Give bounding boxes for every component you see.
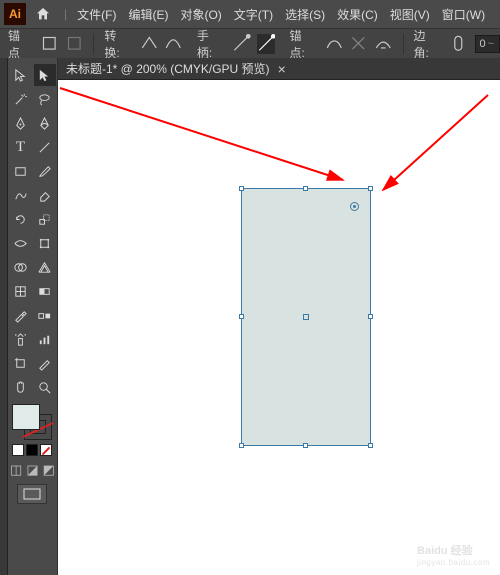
- convert-corner-icon[interactable]: [140, 34, 159, 54]
- menu-window[interactable]: 窗口(W): [436, 6, 491, 23]
- scale-tool[interactable]: [34, 208, 56, 230]
- handle-top-middle[interactable]: [303, 186, 308, 191]
- none-mode-icon[interactable]: [40, 444, 52, 456]
- eyedropper-tool[interactable]: [10, 304, 32, 326]
- selection-tool[interactable]: [10, 64, 32, 86]
- menu-bar: Ai | 文件(F) 编辑(E) 对象(O) 文字(T) 选择(S) 效果(C)…: [0, 0, 500, 28]
- color-mode-icon[interactable]: [12, 444, 24, 456]
- handle-bottom-right[interactable]: [368, 443, 373, 448]
- separator: [403, 34, 404, 54]
- separator: [93, 34, 94, 54]
- rotate-tool[interactable]: [10, 208, 32, 230]
- center-marker: [303, 314, 309, 320]
- anchor-cut-icon[interactable]: [349, 34, 368, 54]
- draw-behind-icon[interactable]: ◪: [26, 462, 38, 478]
- handle-top-left[interactable]: [239, 186, 244, 191]
- slice-tool[interactable]: [34, 352, 56, 374]
- home-icon[interactable]: [32, 3, 54, 25]
- column-graph-tool[interactable]: [34, 328, 56, 350]
- menu-object[interactable]: 对象(O): [174, 6, 227, 23]
- line-segment-tool[interactable]: [34, 136, 56, 158]
- perspective-grid-tool[interactable]: [34, 256, 56, 278]
- menu-type[interactable]: 文字(T): [228, 6, 279, 23]
- fill-swatch[interactable]: [12, 404, 40, 430]
- anchor-add-icon[interactable]: [40, 34, 59, 54]
- symbol-sprayer-tool[interactable]: [10, 328, 32, 350]
- handle-hide-icon[interactable]: [257, 34, 276, 54]
- watermark: Baidu 经验 jingyan.baidu.com: [417, 542, 490, 567]
- toolbox: T: [8, 58, 58, 575]
- app-logo: Ai: [4, 3, 26, 25]
- magic-wand-tool[interactable]: [10, 88, 32, 110]
- live-corner-widget[interactable]: [350, 202, 359, 211]
- handle-show-icon[interactable]: [232, 34, 251, 54]
- gradient-tool[interactable]: [34, 280, 56, 302]
- zoom-tool[interactable]: [34, 376, 56, 398]
- corner-radius-input[interactable]: 0: [475, 35, 500, 53]
- anchor-connect-icon[interactable]: [325, 34, 344, 54]
- draw-inside-icon[interactable]: ◩: [43, 462, 55, 478]
- panel-strip[interactable]: [0, 58, 8, 575]
- direct-selection-tool[interactable]: [34, 64, 56, 86]
- shaper-tool[interactable]: [10, 184, 32, 206]
- swatch-area: ◫ ◪ ◩: [10, 404, 55, 504]
- artboard-tool[interactable]: [10, 352, 32, 374]
- blend-tool[interactable]: [34, 304, 56, 326]
- rectangle-tool[interactable]: [10, 160, 32, 182]
- workspace: T: [0, 58, 500, 575]
- separator: |: [64, 7, 67, 21]
- gradient-mode-icon[interactable]: [26, 444, 38, 456]
- canvas[interactable]: Baidu 经验 jingyan.baidu.com: [58, 80, 500, 575]
- paintbrush-tool[interactable]: [34, 160, 56, 182]
- mesh-tool[interactable]: [10, 280, 32, 302]
- pen-tool[interactable]: [10, 112, 32, 134]
- eraser-tool[interactable]: [34, 184, 56, 206]
- type-tool[interactable]: T: [10, 136, 32, 158]
- convert-label: 转换:: [104, 27, 129, 61]
- handle-top-right[interactable]: [368, 186, 373, 191]
- tab-bar: 未标题-1* @ 200% (CMYK/GPU 预览) ×: [58, 58, 500, 80]
- screen-mode-icon[interactable]: [17, 484, 47, 504]
- shape-builder-tool[interactable]: [10, 256, 32, 278]
- document-tab[interactable]: 未标题-1* @ 200% (CMYK/GPU 预览) ×: [66, 60, 286, 77]
- convert-smooth-icon[interactable]: [164, 34, 183, 54]
- handle-bottom-left[interactable]: [239, 443, 244, 448]
- anchor-join-icon[interactable]: [374, 34, 393, 54]
- menu-effect[interactable]: 效果(C): [331, 6, 384, 23]
- width-tool[interactable]: [10, 232, 32, 254]
- handle-label: 手柄:: [197, 27, 222, 61]
- close-icon[interactable]: ×: [278, 61, 286, 77]
- menu-view[interactable]: 视图(V): [384, 6, 436, 23]
- menu-edit[interactable]: 编辑(E): [122, 6, 174, 23]
- menu-file[interactable]: 文件(F): [71, 6, 122, 23]
- anchor-remove-icon[interactable]: [65, 34, 84, 54]
- fill-stroke-swatch[interactable]: [12, 404, 52, 440]
- corners-label: 边角:: [414, 27, 439, 61]
- tab-label: 未标题-1* @ 200% (CMYK/GPU 预览): [66, 60, 270, 77]
- free-transform-tool[interactable]: [34, 232, 56, 254]
- document-panel: 未标题-1* @ 200% (CMYK/GPU 预览) ×: [58, 58, 500, 575]
- curvature-tool[interactable]: [34, 112, 56, 134]
- anchor2-label: 锚点:: [289, 27, 314, 61]
- handle-middle-right[interactable]: [368, 314, 373, 319]
- handle-bottom-middle[interactable]: [303, 443, 308, 448]
- annotation-arrow-right: [368, 90, 500, 225]
- handle-middle-left[interactable]: [239, 314, 244, 319]
- selected-rectangle[interactable]: [241, 188, 371, 446]
- hand-tool[interactable]: [10, 376, 32, 398]
- draw-normal-icon[interactable]: ◫: [10, 462, 22, 478]
- menu-select[interactable]: 选择(S): [279, 6, 331, 23]
- lasso-tool[interactable]: [34, 88, 56, 110]
- anchor-label: 锚点: [8, 27, 30, 61]
- control-bar: 锚点 转换: 手柄: 锚点: 边角: 0: [0, 28, 500, 58]
- corner-link-icon[interactable]: [449, 34, 468, 54]
